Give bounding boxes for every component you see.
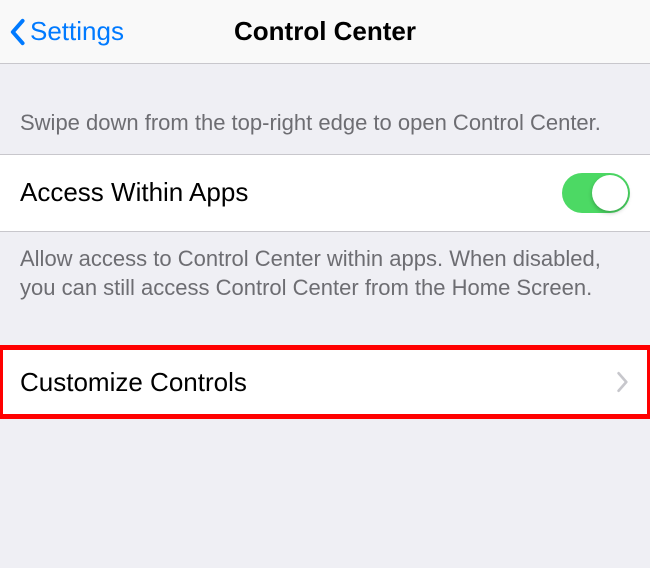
section-intro-text: Swipe down from the top-right edge to op…: [0, 82, 650, 154]
customize-controls-label: Customize Controls: [20, 367, 247, 398]
chevron-right-icon: [616, 371, 630, 393]
back-label: Settings: [30, 16, 124, 47]
access-within-apps-row: Access Within Apps: [0, 154, 650, 232]
back-button[interactable]: Settings: [8, 16, 124, 47]
access-within-apps-toggle[interactable]: [562, 173, 630, 213]
nav-bar: Settings Control Center: [0, 0, 650, 64]
access-within-apps-label: Access Within Apps: [20, 177, 248, 208]
access-within-apps-footer: Allow access to Control Center within ap…: [0, 232, 650, 325]
toggle-knob: [592, 175, 628, 211]
chevron-left-icon: [8, 18, 26, 46]
page-title: Control Center: [234, 16, 416, 47]
customize-controls-row[interactable]: Customize Controls: [0, 347, 650, 417]
